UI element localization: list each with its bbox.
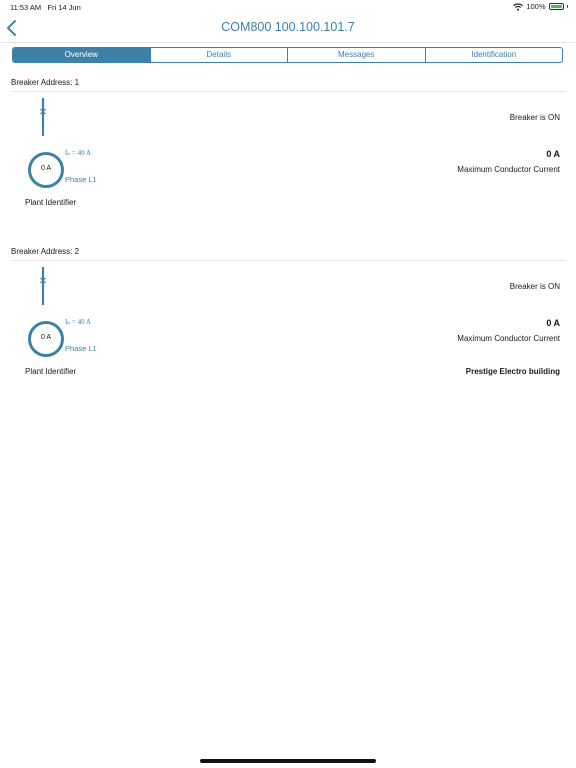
current-gauge: 0 A: [28, 321, 64, 357]
max-current-value: 0 A: [546, 318, 560, 328]
tab-bar: Overview Details Messages Identification: [12, 47, 563, 63]
status-time: 11:53 AM Fri 14 Jun: [10, 3, 81, 12]
section-divider: [11, 91, 566, 92]
breaker-section-1: Breaker Address: 1 Breaker is ON 0 A Iₙ …: [0, 78, 576, 228]
tab-messages[interactable]: Messages: [287, 48, 425, 62]
gauge-value: 0 A: [40, 334, 52, 341]
breaker-state: Breaker is ON: [509, 113, 560, 122]
phase-label: Phase L1: [65, 344, 97, 353]
rated-current: Iₙ = 40 A: [65, 318, 91, 326]
status-bar: 11:53 AM Fri 14 Jun 100%: [0, 0, 576, 14]
gauge-value: 0 A: [40, 165, 52, 172]
breaker-address-title: Breaker Address: 2: [11, 247, 80, 256]
section-divider: [11, 260, 566, 261]
max-current-label: Maximum Conductor Current: [457, 165, 560, 174]
breaker-state: Breaker is ON: [509, 282, 560, 291]
tab-identification[interactable]: Identification: [424, 48, 563, 62]
breaker-switch-icon: [40, 98, 46, 136]
breaker-address-title: Breaker Address: 1: [11, 78, 80, 87]
plant-identifier-label: Plant Identifier: [25, 367, 77, 376]
battery-icon: [548, 3, 564, 10]
home-indicator[interactable]: [200, 759, 376, 763]
plant-identifier-value: Prestige Electro building: [465, 367, 560, 376]
navigation-bar: COM800 100.100.101.7: [0, 14, 576, 43]
battery-percent: 100%: [526, 2, 546, 11]
page-title: COM800 100.100.101.7: [221, 20, 355, 34]
max-current-value: 0 A: [546, 149, 560, 159]
breaker-section-2: Breaker Address: 2 Breaker is ON 0 A Iₙ …: [0, 247, 576, 397]
battery-tip: [566, 5, 568, 8]
status-date: Fri 14 Jun: [47, 3, 81, 12]
status-right: 100%: [513, 2, 568, 11]
status-clock: 11:53 AM: [10, 3, 42, 12]
plant-identifier-label: Plant Identifier: [25, 198, 77, 207]
wifi-icon: [513, 2, 524, 11]
current-gauge: 0 A: [28, 152, 64, 188]
tab-overview[interactable]: Overview: [13, 48, 150, 62]
tab-details[interactable]: Details: [149, 48, 288, 62]
max-current-label: Maximum Conductor Current: [457, 334, 560, 343]
breaker-switch-icon: [40, 267, 46, 305]
rated-current: Iₙ = 40 A: [65, 149, 91, 157]
phase-label: Phase L1: [65, 175, 97, 184]
